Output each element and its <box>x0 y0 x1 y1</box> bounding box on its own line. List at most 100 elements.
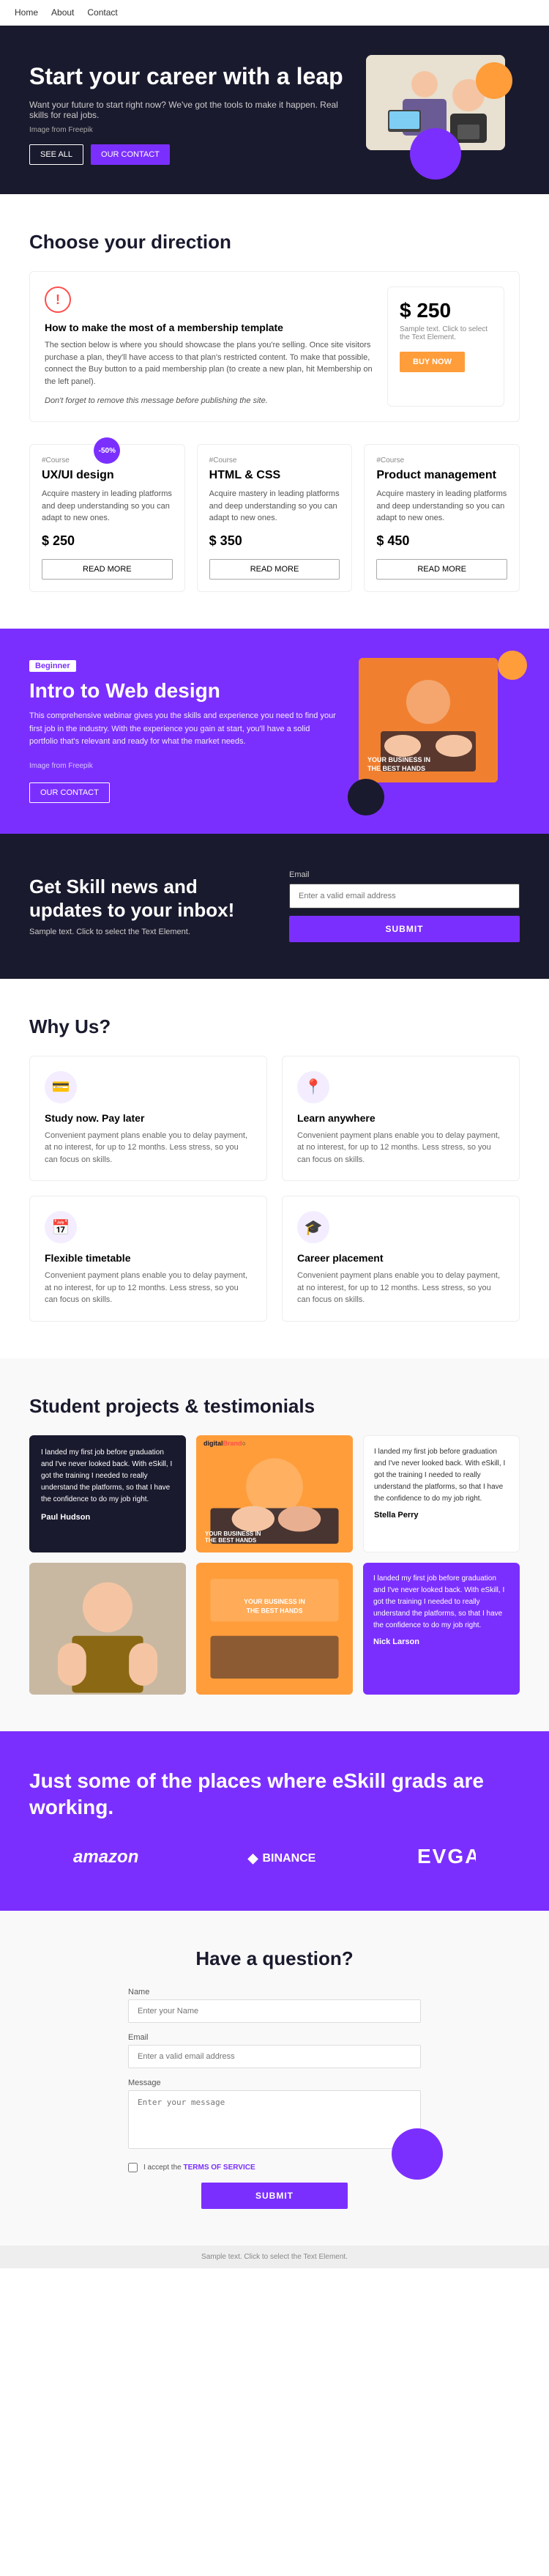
why-us-grid: 💳 Study now. Pay later Convenient paymen… <box>29 1056 520 1322</box>
amazon-logo: amazon <box>73 1843 146 1874</box>
svg-text:EVGA: EVGA <box>417 1845 476 1868</box>
nav-links: Home About Contact <box>15 7 118 18</box>
nav-contact[interactable]: Contact <box>87 7 117 18</box>
hero-image-credit: Image from Freepik <box>29 126 359 134</box>
testimonials-row-1: I landed my first job before graduation … <box>29 1435 520 1552</box>
directions-section: Choose your direction ! How to make the … <box>0 194 549 629</box>
newsletter-section: Get Skill news and updates to your inbox… <box>0 834 549 979</box>
course-title-2: HTML & CSS <box>209 469 340 482</box>
hero-buttons: SEE ALL OUR CONTACT <box>29 144 359 165</box>
contact-title: Have a question? <box>128 1947 421 1970</box>
see-all-button[interactable]: SEE ALL <box>29 144 83 165</box>
contact-name-group: Name <box>128 1988 421 2023</box>
testimonial-nick-text: I landed my first job before graduation … <box>373 1573 509 1632</box>
course-price-3: $ 450 <box>376 533 507 549</box>
buy-now-button[interactable]: BUY NOW <box>400 352 465 372</box>
partners-title: Just some of the places where eSkill gra… <box>29 1768 520 1821</box>
orange-img-brand: digitalBrand○ <box>203 1440 246 1447</box>
newsletter-submit-button[interactable]: SUBMIT <box>289 916 520 942</box>
notice-italic: Don't forget to remove this message befo… <box>45 396 268 405</box>
contact-message-label: Message <box>128 2079 421 2087</box>
why-desc-4: Convenient payment plans enable you to d… <box>297 1270 504 1306</box>
contact-submit-button[interactable]: SUBMIT <box>201 2183 348 2209</box>
contact-message-group: Message <box>128 2079 421 2153</box>
hero-image-area <box>359 55 520 172</box>
svg-text:amazon: amazon <box>73 1847 138 1867</box>
webinar-img-text: YOUR BUSINESS IN THE BEST HANDS <box>367 756 430 773</box>
webinar-tag: Beginner <box>29 660 76 672</box>
course-badge-3: #Course <box>376 456 507 465</box>
course-price-2: $ 350 <box>209 533 340 549</box>
webinar-img-line2: THE BEST HANDS <box>367 765 430 774</box>
courses-grid: -50% #Course UX/UI design Acquire master… <box>29 444 520 592</box>
evga-logo: EVGA <box>417 1843 476 1874</box>
course-price-1: $ 250 <box>42 533 173 549</box>
course-read-more-1[interactable]: READ MORE <box>42 559 173 580</box>
nav-home[interactable]: Home <box>15 7 38 18</box>
terms-checkbox[interactable] <box>128 2163 138 2172</box>
contact-message-input[interactable] <box>128 2090 421 2149</box>
why-title-4: Career placement <box>297 1252 504 1264</box>
why-title-2: Learn anywhere <box>297 1112 504 1124</box>
navigation: Home About Contact <box>0 0 549 26</box>
why-card-3: 📅 Flexible timetable Convenient payment … <box>29 1196 267 1322</box>
webinar-contact-button[interactable]: OUR CONTACT <box>29 782 110 803</box>
terms-link[interactable]: TERMS OF SERVICE <box>183 2164 255 2172</box>
discount-badge: -50% <box>94 437 120 464</box>
terms-label: I accept the TERMS OF SERVICE <box>143 2164 255 2172</box>
nav-about[interactable]: About <box>51 7 74 18</box>
contact-name-input[interactable] <box>128 1999 421 2023</box>
amazon-svg: amazon <box>73 1843 146 1870</box>
newsletter-email-input[interactable] <box>289 884 520 908</box>
why-card-1: 💳 Study now. Pay later Convenient paymen… <box>29 1056 267 1182</box>
notice-icon: ! <box>45 286 71 313</box>
membership-notice: ! How to make the most of a membership t… <box>29 271 520 422</box>
webinar-title: Intro to Web design <box>29 679 337 703</box>
why-desc-1: Convenient payment plans enable you to d… <box>45 1130 252 1166</box>
binance-text: BINANCE <box>262 1852 315 1865</box>
why-desc-3: Convenient payment plans enable you to d… <box>45 1270 252 1306</box>
newsletter-title: Get Skill news and updates to your inbox… <box>29 876 260 921</box>
testimonial-stella: I landed my first job before graduation … <box>363 1435 520 1552</box>
course-read-more-2[interactable]: READ MORE <box>209 559 340 580</box>
course-desc-3: Acquire mastery in leading platforms and… <box>376 488 507 525</box>
footer-sample-text: Sample text. Click to select the Text El… <box>0 2246 549 2268</box>
testimonial-person-img <box>29 1563 186 1695</box>
our-contact-button[interactable]: OUR CONTACT <box>91 144 170 165</box>
testimonial-paul-text: I landed my first job before graduation … <box>41 1447 174 1506</box>
terms-row: I accept the TERMS OF SERVICE <box>128 2163 421 2172</box>
testimonials-section: Student projects & testimonials I landed… <box>0 1358 549 1731</box>
contact-name-label: Name <box>128 1988 421 1996</box>
contact-email-group: Email <box>128 2033 421 2068</box>
testimonial-paul-author: Paul Hudson <box>41 1513 174 1522</box>
svg-text:YOUR BUSINESS IN: YOUR BUSINESS IN <box>244 1597 305 1605</box>
svg-text:THE BEST HANDS: THE BEST HANDS <box>247 1607 303 1614</box>
course-title-1: UX/UI design <box>42 469 173 482</box>
notice-heading: How to make the most of a membership tem… <box>45 322 373 333</box>
notice-left: ! How to make the most of a membership t… <box>45 286 373 407</box>
why-us-title: Why Us? <box>29 1015 520 1038</box>
notice-price-note: Sample text. Click to select the Text El… <box>400 325 492 341</box>
newsletter-email-label: Email <box>289 870 520 879</box>
testimonial-nick-author: Nick Larson <box>373 1637 509 1646</box>
why-title-1: Study now. Pay later <box>45 1112 252 1124</box>
course-card-2: #Course HTML & CSS Acquire mastery in le… <box>197 444 353 592</box>
hero-section: Start your career with a leap Want your … <box>0 26 549 194</box>
webinar-image-credit: Image from Freepik <box>29 760 337 772</box>
contact-email-input[interactable] <box>128 2045 421 2068</box>
orange-svg-2: YOUR BUSINESS IN THE BEST HANDS <box>196 1563 353 1695</box>
testimonial-orange-img-1: YOUR BUSINESS IN THE BEST HANDS digitalB… <box>196 1435 353 1552</box>
webinar-description: This comprehensive webinar gives you the… <box>29 710 337 749</box>
why-us-section: Why Us? 💳 Study now. Pay later Convenien… <box>0 979 549 1358</box>
notice-right: $ 250 Sample text. Click to select the T… <box>387 286 504 407</box>
course-desc-1: Acquire mastery in leading platforms and… <box>42 488 173 525</box>
hero-text-block: Start your career with a leap Want your … <box>29 62 359 164</box>
contact-email-label: Email <box>128 2033 421 2042</box>
why-icon-1: 💳 <box>45 1071 77 1103</box>
course-read-more-3[interactable]: READ MORE <box>376 559 507 580</box>
partners-section: Just some of the places where eSkill gra… <box>0 1731 549 1911</box>
orange-img-text: YOUR BUSINESS IN THE BEST HANDS <box>205 1531 261 1544</box>
why-desc-2: Convenient payment plans enable you to d… <box>297 1130 504 1166</box>
notice-body: The section below is where you should sh… <box>45 339 373 388</box>
testimonial-orange-img-2: YOUR BUSINESS IN THE BEST HANDS <box>196 1563 353 1695</box>
